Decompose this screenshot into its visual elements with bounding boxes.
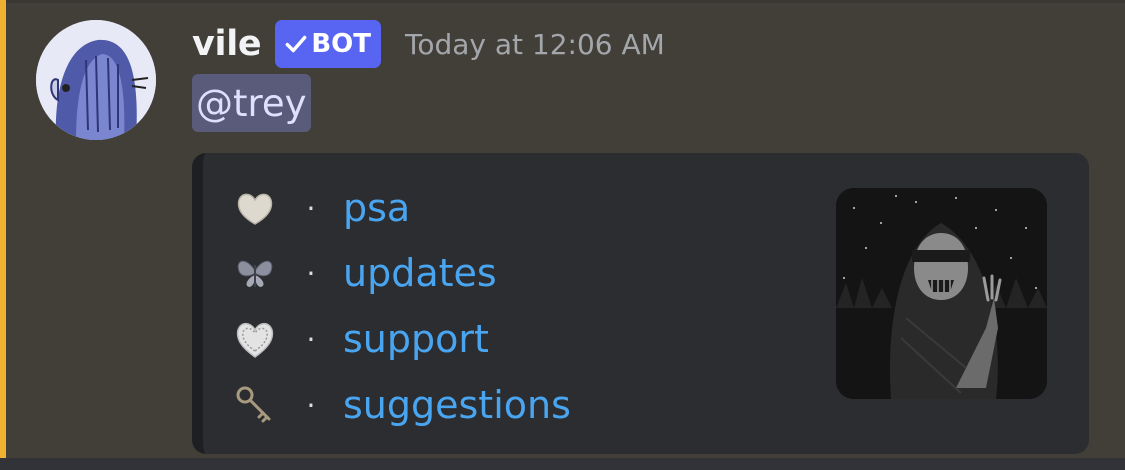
list-item: · psa — [231, 178, 410, 238]
list-item: · support — [231, 309, 489, 369]
link-updates[interactable]: updates — [343, 251, 497, 295]
bot-badge: BOT — [275, 20, 382, 68]
timestamp[interactable]: Today at 12:06 AM — [405, 28, 665, 61]
user-mention[interactable]: @trey — [192, 74, 311, 132]
avatar-anime-girl-icon — [36, 20, 156, 140]
avatar[interactable] — [36, 20, 156, 140]
separator-dot: · — [306, 388, 316, 422]
butterfly-icon — [231, 249, 279, 297]
link-support[interactable]: support — [343, 317, 489, 361]
message-header: vile BOT Today at 12:06 AM — [192, 16, 665, 72]
embed-card: · psa · updates · support · suggestions — [192, 153, 1089, 454]
divider — [6, 0, 1125, 3]
mention-highlight-bar — [0, 0, 6, 470]
verified-check-icon — [285, 35, 307, 53]
bot-badge-label: BOT — [311, 29, 372, 59]
separator-dot: · — [306, 191, 316, 225]
embed-thumbnail[interactable] — [836, 188, 1047, 399]
separator-dot: · — [306, 322, 316, 356]
divider — [0, 458, 1125, 470]
link-suggestions[interactable]: suggestions — [343, 383, 571, 427]
separator-dot: · — [306, 256, 316, 290]
lace-heart-icon — [231, 315, 279, 363]
key-icon — [231, 381, 279, 429]
heart-pillow-icon — [231, 184, 279, 232]
list-item: · suggestions — [231, 375, 571, 435]
list-item: · updates — [231, 243, 497, 303]
grim-reaper-image — [836, 188, 1047, 399]
link-psa[interactable]: psa — [343, 186, 410, 230]
username[interactable]: vile — [192, 24, 262, 64]
